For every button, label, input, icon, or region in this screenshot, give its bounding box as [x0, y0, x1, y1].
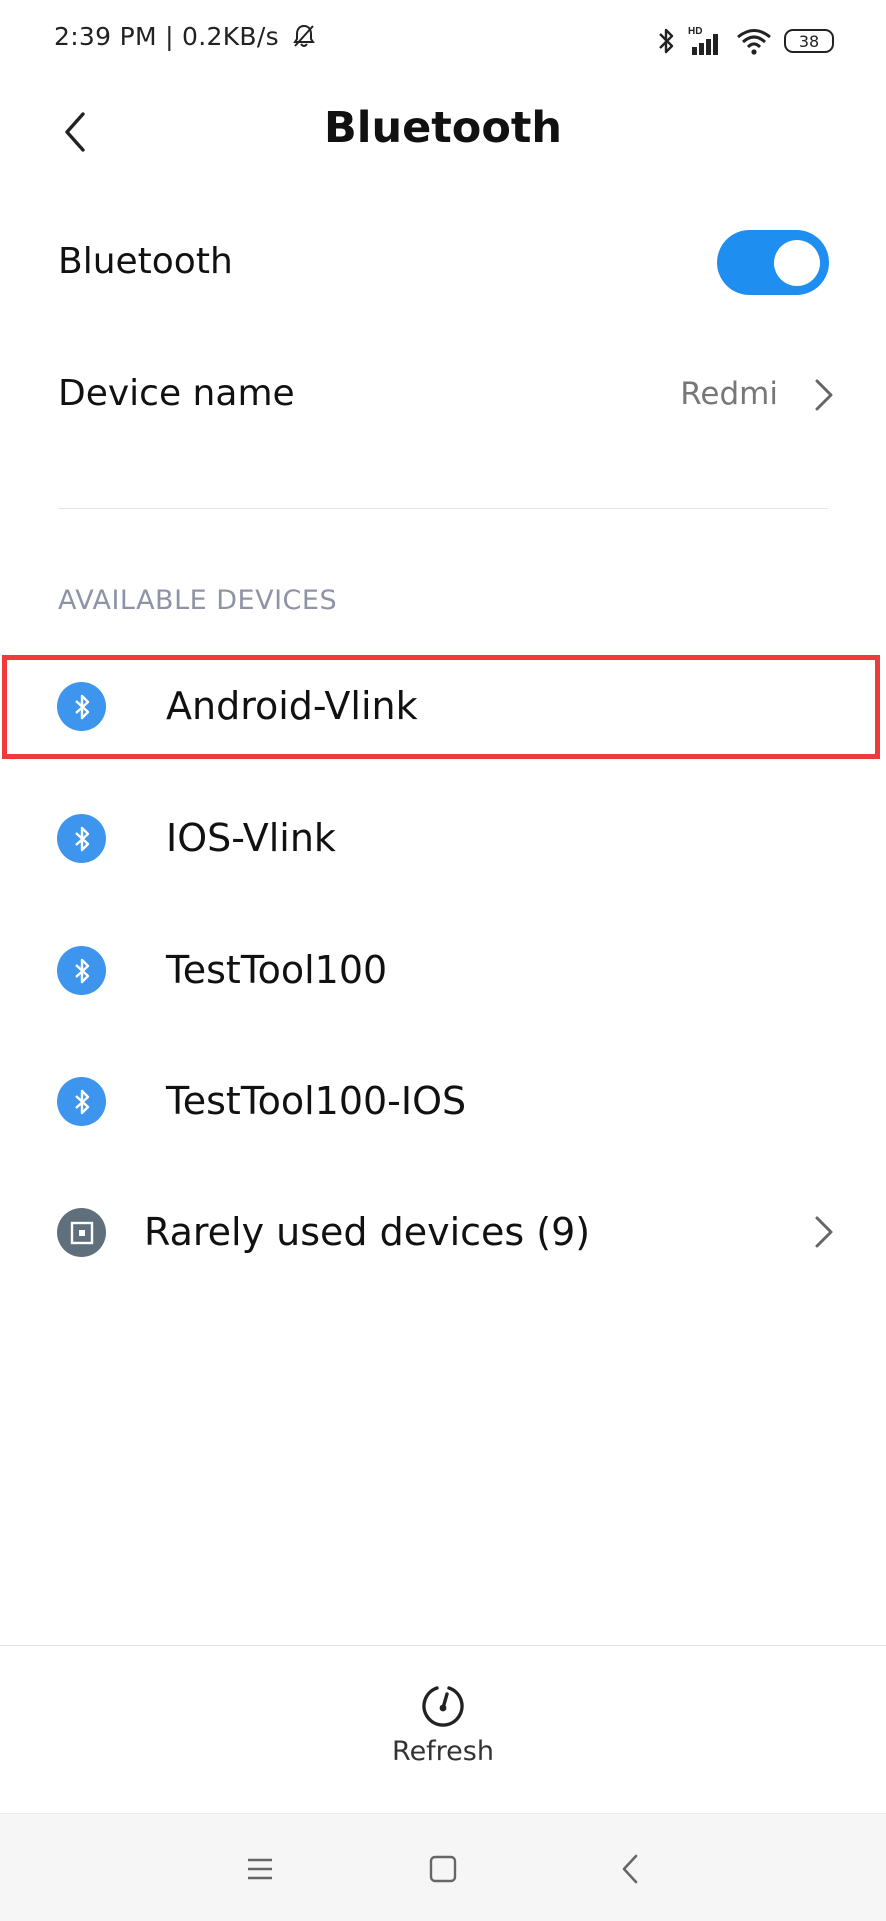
section-header-available: AVAILABLE DEVICES [58, 585, 338, 616]
device-group-icon [57, 1208, 106, 1257]
chevron-right-icon [815, 1216, 833, 1248]
battery-icon: 38 [784, 29, 834, 53]
device-item-testtool100[interactable]: TestTool100 [0, 904, 886, 1034]
home-button[interactable] [408, 1834, 478, 1904]
signal-icon: HD [688, 26, 718, 55]
home-icon [429, 1855, 457, 1883]
mute-bell-icon [293, 24, 316, 47]
chevron-right-icon [815, 379, 833, 411]
refresh-button[interactable]: Refresh [343, 1660, 543, 1780]
menu-icon [248, 1858, 272, 1880]
navigation-bar [0, 1813, 886, 1921]
bluetooth-device-icon [57, 814, 106, 863]
refresh-gauge-icon [422, 1686, 464, 1727]
device-item-ios-vlink[interactable]: IOS-Vlink [0, 773, 886, 903]
status-time: 2:39 PM | 0.2KB/s [54, 22, 317, 51]
nav-back-button[interactable] [595, 1834, 665, 1904]
network-tag: HD [688, 26, 702, 37]
device-item-android-vlink[interactable]: Android-Vlink [0, 642, 886, 772]
bluetooth-device-icon [57, 682, 106, 731]
bluetooth-device-icon [57, 946, 106, 995]
divider [58, 508, 828, 509]
page-title: Bluetooth [323, 103, 563, 153]
bottom-divider [0, 1645, 886, 1646]
device-name: Android-Vlink [166, 684, 418, 728]
bluetooth-toggle[interactable] [717, 230, 829, 295]
device-name: TestTool100-IOS [166, 1079, 467, 1123]
bluetooth-status-icon [659, 28, 674, 54]
back-icon [622, 1854, 638, 1884]
status-icons: HD 38 [656, 18, 834, 64]
rarely-used-devices-row[interactable]: Rarely used devices (9) [0, 1166, 886, 1296]
bluetooth-device-icon [57, 1077, 106, 1126]
rarely-used-label: Rarely used devices (9) [144, 1210, 591, 1254]
toggle-knob [774, 240, 820, 286]
menu-button[interactable] [225, 1834, 295, 1904]
device-name-value: Redmi [680, 376, 778, 412]
device-item-testtool100-ios[interactable]: TestTool100-IOS [0, 1035, 886, 1165]
device-name: TestTool100 [166, 948, 388, 992]
bluetooth-label: Bluetooth [58, 241, 233, 282]
device-name-label: Device name [58, 373, 295, 414]
refresh-label: Refresh [392, 1736, 494, 1767]
device-name: IOS-Vlink [166, 816, 336, 860]
battery-level: 38 [798, 31, 820, 51]
wifi-icon [737, 29, 771, 55]
